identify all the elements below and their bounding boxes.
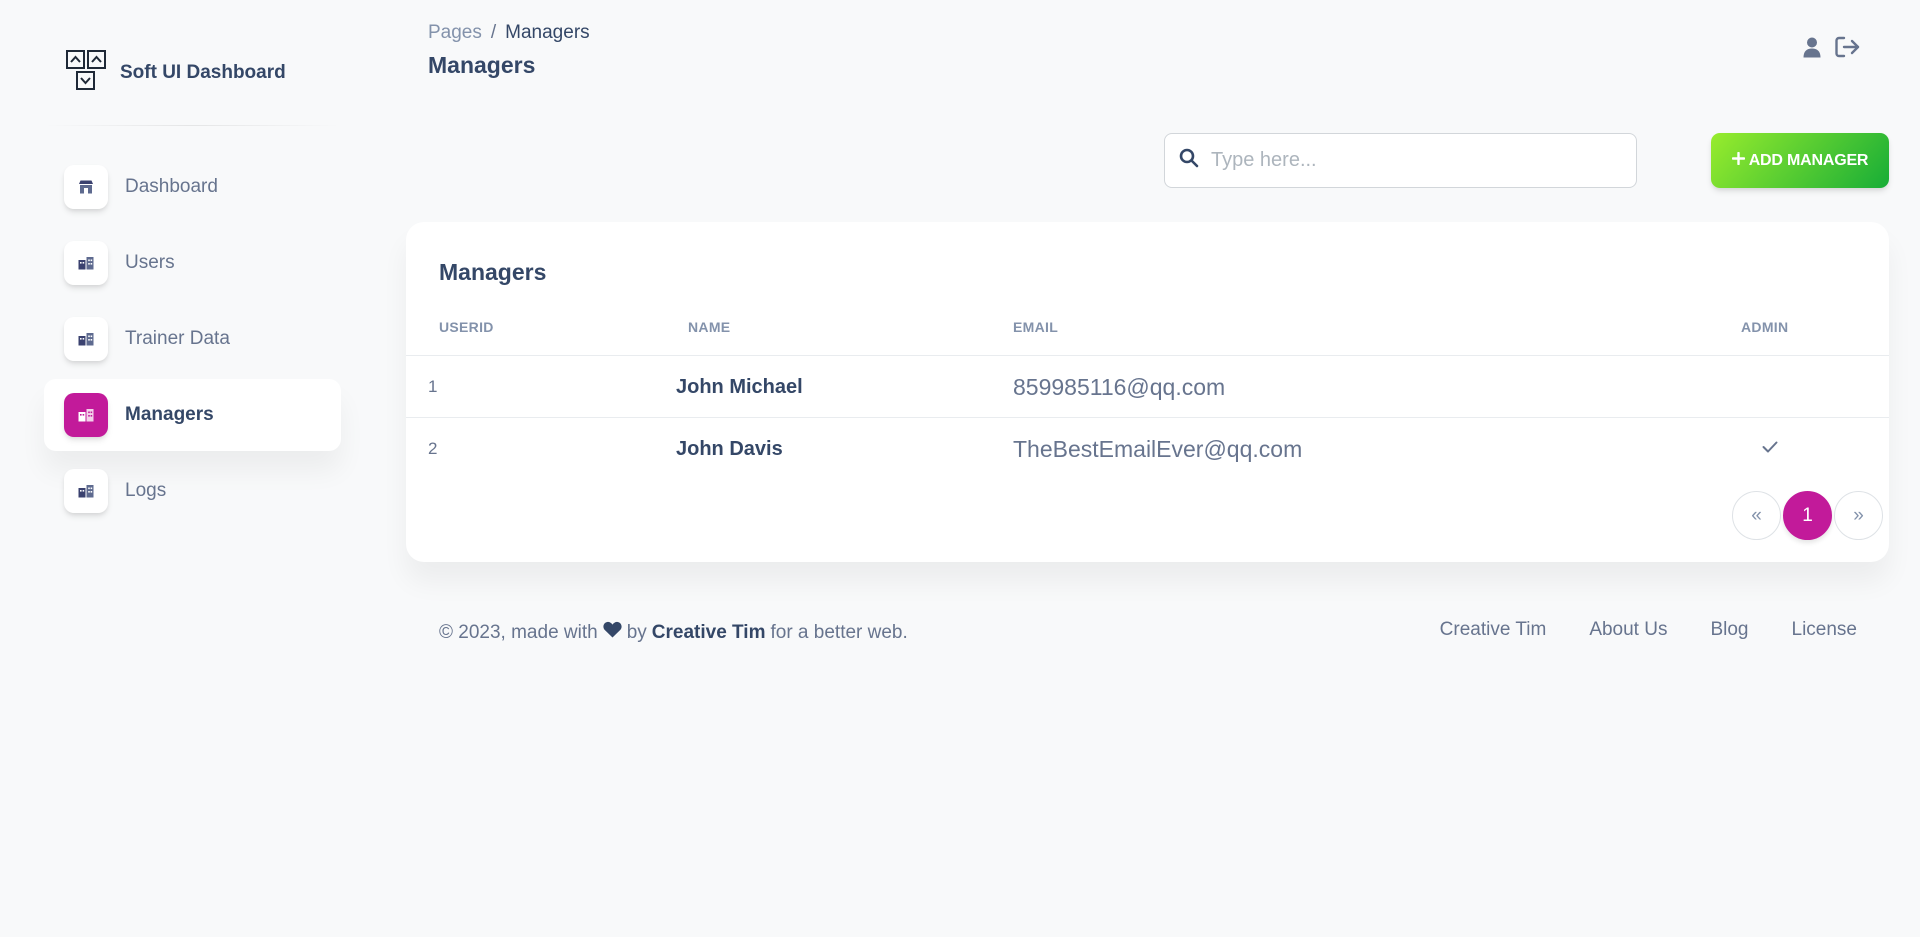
brand[interactable]: Soft UI Dashboard: [66, 49, 286, 97]
dashboard-logo-icon: [66, 49, 106, 97]
user-icon[interactable]: [1803, 37, 1821, 63]
column-header-name: NAME: [688, 319, 731, 335]
cell-name: John Michael: [676, 375, 803, 398]
footer-link-blog[interactable]: Blog: [1710, 619, 1748, 641]
table-row: 2 John Davis TheBestEmailEver@qq.com: [406, 417, 1889, 479]
add-manager-label: ADD MANAGER: [1748, 151, 1869, 169]
sidebar-item-label: Managers: [125, 404, 214, 425]
column-header-userid: USERID: [439, 319, 494, 335]
footer-author-link[interactable]: Creative Tim: [652, 622, 766, 644]
plus-icon: [1731, 151, 1745, 170]
sidebar-item-managers[interactable]: Managers: [44, 379, 341, 451]
sidebar: Soft UI Dashboard Dashboard Users Traine…: [0, 0, 360, 937]
brand-name: Soft UI Dashboard: [120, 62, 286, 83]
office-icon: [64, 317, 108, 361]
add-manager-button[interactable]: ADD MANAGER: [1711, 133, 1889, 188]
footer-suffix: for a better web.: [770, 621, 908, 643]
office-icon: [64, 469, 108, 513]
pagination: « 1 »: [1732, 491, 1883, 540]
check-icon: [1762, 440, 1778, 458]
sidebar-item-users[interactable]: Users: [44, 227, 341, 299]
search-icon: [1179, 148, 1199, 173]
breadcrumb-current: Managers: [505, 22, 590, 43]
cell-name: John Davis: [676, 437, 783, 460]
sidebar-item-logs[interactable]: Logs: [44, 455, 341, 527]
cell-userid: 1: [428, 377, 438, 396]
search-input[interactable]: [1211, 149, 1611, 172]
breadcrumb-separator: /: [490, 22, 497, 43]
sidebar-item-label: Users: [125, 252, 175, 273]
sidebar-item-trainer-data[interactable]: Trainer Data: [44, 303, 341, 375]
office-icon: [64, 241, 108, 285]
footer-link-license[interactable]: License: [1792, 619, 1858, 641]
header-actions: [1803, 36, 1861, 63]
footer-links: Creative Tim About Us Blog License: [1440, 619, 1857, 641]
table-row: 1 John Michael 859985116@qq.com: [406, 355, 1889, 417]
page-title: Managers: [428, 52, 536, 78]
pagination-prev-button[interactable]: «: [1732, 491, 1781, 540]
footer-copyright: © 2023, made with by Creative Tim for a …: [439, 621, 908, 644]
cell-userid: 2: [428, 439, 438, 458]
footer-by: by: [626, 621, 647, 643]
column-header-admin: ADMIN: [1741, 319, 1789, 335]
card-title: Managers: [439, 259, 547, 285]
sidebar-item-label: Dashboard: [125, 176, 218, 197]
cell-email: 859985116@qq.com: [1013, 373, 1226, 400]
cell-admin: [1755, 418, 1785, 480]
sidebar-item-label: Trainer Data: [125, 328, 230, 349]
breadcrumb: Pages / Managers: [428, 22, 590, 44]
cell-email: TheBestEmailEver@qq.com: [1013, 435, 1303, 462]
sidebar-item-label: Logs: [125, 480, 167, 501]
footer-prefix: © 2023, made with: [439, 621, 598, 643]
managers-card: Managers USERID NAME EMAIL ADMIN 1 John …: [406, 222, 1889, 562]
sidebar-divider: [44, 125, 340, 126]
heart-icon: [603, 621, 622, 644]
pagination-page-button[interactable]: 1: [1783, 491, 1832, 540]
pagination-next-button[interactable]: »: [1834, 491, 1883, 540]
office-icon: [64, 393, 108, 437]
cell-admin: [1755, 356, 1785, 418]
shop-icon: [64, 165, 108, 209]
sign-out-icon[interactable]: [1835, 36, 1861, 63]
sidebar-item-dashboard[interactable]: Dashboard: [44, 151, 341, 223]
column-header-email: EMAIL: [1013, 319, 1059, 335]
sidebar-nav: Dashboard Users Trainer Data Managers Lo…: [44, 151, 341, 531]
footer-link-about-us[interactable]: About Us: [1589, 619, 1667, 641]
breadcrumb-parent[interactable]: Pages: [428, 22, 482, 44]
search-box: [1164, 133, 1637, 188]
footer-link-creative-tim[interactable]: Creative Tim: [1440, 619, 1547, 641]
